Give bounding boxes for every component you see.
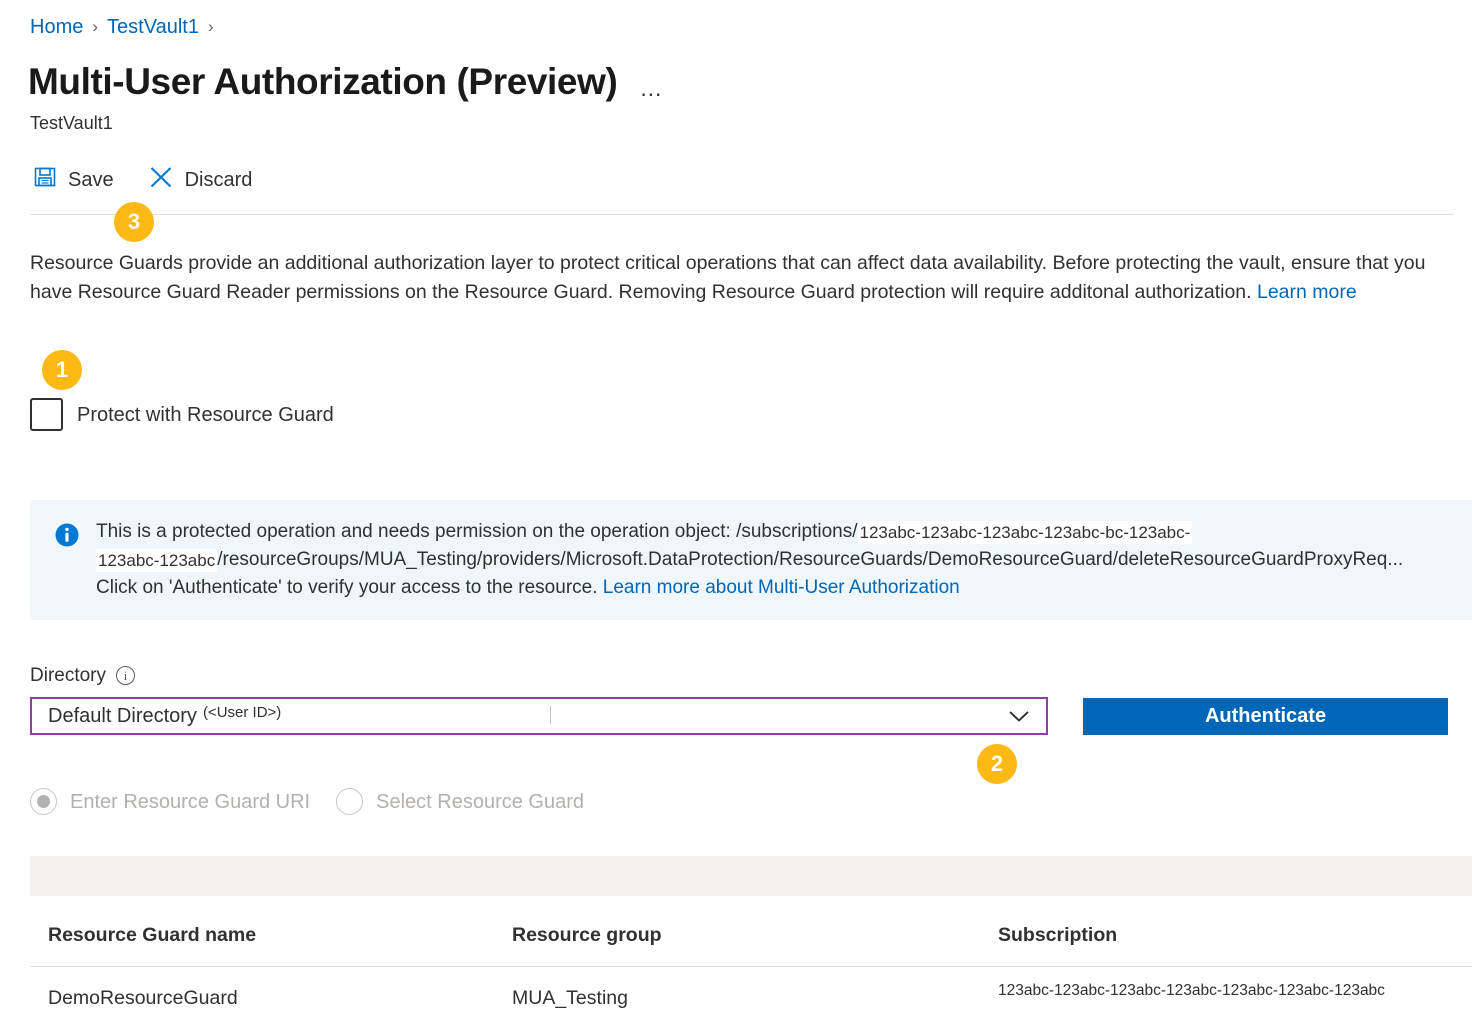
chevron-down-icon[interactable]	[1004, 707, 1034, 725]
cell-resource-guard-name: DemoResourceGuard	[30, 985, 512, 1011]
protect-with-resource-guard-label: Protect with Resource Guard	[77, 402, 334, 428]
description-body: Resource Guards provide an additional au…	[30, 252, 1425, 303]
description-text: Resource Guards provide an additional au…	[30, 249, 1445, 307]
save-button-label: Save	[68, 167, 114, 193]
redacted-user-id: (<User ID>)	[203, 703, 281, 723]
breadcrumb-item-home[interactable]: Home	[30, 14, 83, 40]
directory-label: Directory	[30, 663, 106, 688]
callout-badge-2: 2	[977, 744, 1017, 784]
protect-with-resource-guard-row[interactable]: Protect with Resource Guard	[30, 398, 334, 431]
column-header-resource-group[interactable]: Resource group	[512, 922, 998, 948]
redacted-subscription-value: 123abc-123abc-123abc-123abc-123abc-123ab…	[998, 981, 1385, 1001]
info-banner-part2: /resourceGroups/MUA_Testing/providers/Mi…	[217, 549, 1403, 570]
info-banner: This is a protected operation and needs …	[30, 500, 1472, 620]
breadcrumb-separator-icon: ›	[92, 14, 98, 40]
column-header-resource-guard-name[interactable]: Resource Guard name	[30, 922, 512, 948]
radio-enter-uri-indicator[interactable]	[30, 788, 57, 815]
mua-page: Home › TestVault1 › Multi-User Authoriza…	[0, 0, 1472, 1031]
redacted-subscription-id: 123abc-123abc-123abc-123abc-bc-123abc-	[858, 521, 1193, 544]
discard-button[interactable]: Discard	[145, 162, 256, 197]
command-bar: Save Discard	[30, 162, 255, 197]
info-icon	[54, 522, 80, 602]
cell-subscription: 123abc-123abc-123abc-123abc-123abc-123ab…	[998, 985, 1472, 1011]
guard-mode-radio-group: Enter Resource Guard URI Select Resource…	[30, 788, 584, 815]
directory-select[interactable]: Default Directory (<User ID>)	[30, 697, 1048, 735]
callout-badge-3: 3	[114, 202, 154, 242]
resource-guards-table: Resource Guard name Resource group Subsc…	[30, 922, 1472, 1029]
radio-enter-resource-guard-uri[interactable]: Enter Resource Guard URI	[30, 788, 310, 815]
more-options-icon[interactable]: …	[637, 76, 666, 100]
breadcrumb: Home › TestVault1 ›	[30, 14, 214, 40]
directory-obscured-text	[205, 722, 535, 732]
info-banner-text: This is a protected operation and needs …	[96, 518, 1403, 602]
directory-text-caret	[550, 706, 551, 724]
protect-with-resource-guard-checkbox[interactable]	[30, 398, 63, 431]
directory-label-row: Directory i	[30, 663, 135, 688]
breadcrumb-separator-icon-2: ›	[208, 14, 214, 40]
breadcrumb-item-testvault1[interactable]: TestVault1	[107, 14, 199, 40]
redacted-subscription-id-2: 123abc-123abc	[96, 549, 217, 572]
table-toolbar-placeholder	[30, 856, 1472, 896]
learn-more-mua-link[interactable]: Learn more about Multi-User Authorizatio…	[603, 577, 960, 598]
cell-resource-group: MUA_Testing	[512, 985, 998, 1011]
column-header-subscription[interactable]: Subscription	[998, 922, 1472, 948]
authenticate-button[interactable]: Authenticate	[1083, 698, 1448, 735]
info-banner-part3: Click on 'Authenticate' to verify your a…	[96, 577, 603, 598]
callout-badge-1: 1	[42, 350, 82, 390]
save-icon	[33, 165, 57, 194]
save-button[interactable]: Save	[30, 163, 117, 196]
directory-selected-value: Default Directory	[48, 703, 197, 729]
info-tooltip-icon[interactable]: i	[116, 666, 135, 685]
radio-enter-uri-label: Enter Resource Guard URI	[70, 789, 310, 815]
close-icon	[148, 164, 174, 195]
radio-select-resource-guard[interactable]: Select Resource Guard	[336, 788, 584, 815]
radio-select-guard-label: Select Resource Guard	[376, 789, 584, 815]
table-row[interactable]: DemoResourceGuard MUA_Testing 123abc-123…	[30, 967, 1472, 1029]
discard-button-label: Discard	[185, 167, 253, 193]
title-row: Multi-User Authorization (Preview) …	[28, 57, 666, 106]
command-bar-divider	[30, 214, 1454, 215]
learn-more-link[interactable]: Learn more	[1257, 281, 1357, 303]
radio-select-guard-indicator[interactable]	[336, 788, 363, 815]
info-banner-part1: This is a protected operation and needs …	[96, 521, 858, 542]
table-header-row: Resource Guard name Resource group Subsc…	[30, 922, 1472, 966]
page-subtitle: TestVault1	[30, 111, 113, 135]
page-title: Multi-User Authorization (Preview)	[28, 57, 617, 106]
